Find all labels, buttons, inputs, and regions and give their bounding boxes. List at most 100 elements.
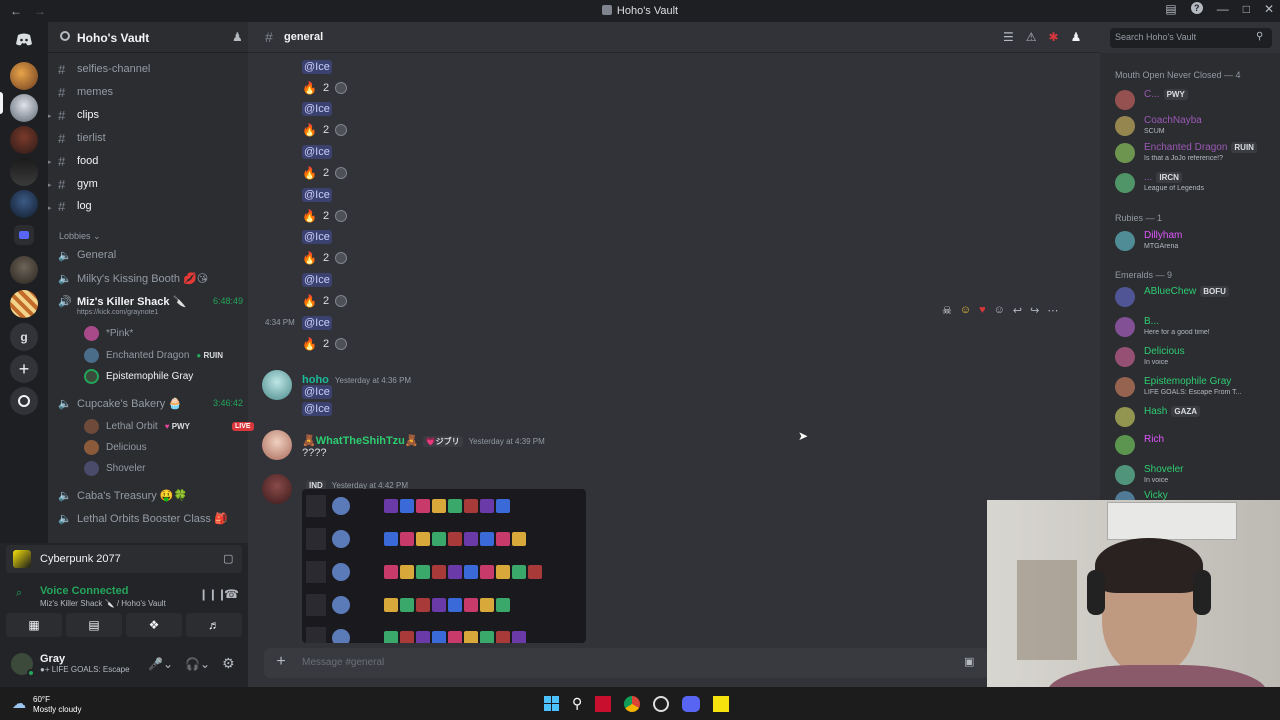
attach-plus-icon[interactable]: + bbox=[272, 653, 290, 671]
share-screen-icon[interactable]: ▤ bbox=[66, 613, 122, 637]
member-item[interactable]: B... Here for a good time! bbox=[1115, 315, 1280, 343]
attached-image[interactable] bbox=[302, 489, 586, 643]
guild-header[interactable]: Hoho's Vault ⌄ ♟ bbox=[48, 22, 248, 53]
disconnect-icon[interactable]: ☎ bbox=[224, 587, 239, 601]
member-item[interactable]: Shoveler In voice bbox=[1115, 463, 1280, 491]
category-lobbies[interactable]: Lobbies ⌄ bbox=[59, 231, 101, 242]
add-server-icon[interactable]: + bbox=[10, 355, 38, 383]
user-mention[interactable]: @Ice bbox=[302, 188, 332, 202]
voice-connected-label[interactable]: Voice Connected bbox=[40, 585, 128, 597]
fire-emoji-icon[interactable]: 🔥 bbox=[302, 123, 317, 137]
video-off-icon[interactable]: ▦ bbox=[6, 613, 62, 637]
fire-emoji-icon[interactable]: 🔥 bbox=[302, 251, 317, 265]
channel-item[interactable]: # clips bbox=[58, 105, 243, 125]
discover-icon[interactable] bbox=[10, 387, 38, 415]
user-mention[interactable]: @Ice bbox=[302, 60, 332, 74]
forward-icon[interactable]: ↪ bbox=[1030, 304, 1039, 317]
chrome-icon[interactable] bbox=[624, 695, 641, 712]
member-item[interactable]: CoachNayba SCUM bbox=[1115, 114, 1280, 142]
minimize-button[interactable]: — bbox=[1217, 2, 1229, 16]
invite-people-icon[interactable]: ♟ bbox=[232, 30, 243, 44]
add-reaction-icon[interactable] bbox=[335, 252, 348, 264]
inbox-icon[interactable]: ▤ bbox=[1165, 2, 1176, 16]
screen-share-icon[interactable]: ▢ bbox=[223, 552, 233, 565]
channel-item[interactable]: # memes bbox=[58, 82, 243, 102]
fire-emoji-icon[interactable]: 🔥 bbox=[302, 294, 317, 308]
user-mention[interactable]: @Ice bbox=[302, 316, 332, 330]
server-avatar[interactable] bbox=[10, 94, 38, 122]
user-mention[interactable]: @Ice bbox=[302, 145, 332, 159]
noise-suppression-icon[interactable]: ❙❙❙ bbox=[199, 588, 227, 601]
obs-icon[interactable] bbox=[653, 695, 670, 712]
voice-user[interactable]: Epistemophile Gray bbox=[84, 366, 193, 386]
channel-item[interactable]: # log bbox=[58, 196, 243, 216]
fire-emoji-icon[interactable]: 🔥 bbox=[302, 81, 317, 95]
more-options-icon[interactable]: ⋯ bbox=[1047, 304, 1058, 317]
voice-location[interactable]: Miz's Killer Shack 🔪 / Hoho's Vault bbox=[40, 599, 166, 608]
discord-icon[interactable] bbox=[682, 695, 701, 712]
server-avatar[interactable] bbox=[10, 256, 38, 284]
add-reaction-icon[interactable]: ☺ bbox=[994, 304, 1005, 316]
channel-item[interactable]: # tierlist bbox=[58, 128, 243, 148]
voice-user[interactable]: Enchanted Dragon ● RUIN bbox=[84, 345, 226, 365]
windows-start-icon[interactable] bbox=[544, 696, 559, 711]
add-reaction-icon[interactable] bbox=[335, 167, 348, 179]
user-mention[interactable]: @Ice bbox=[302, 102, 332, 116]
channel-item[interactable]: # selfies-channel bbox=[58, 59, 243, 79]
settings-gear-icon[interactable]: ⚙ bbox=[222, 655, 235, 672]
weather-temp[interactable]: 60°F bbox=[33, 695, 50, 704]
fire-emoji-icon[interactable]: 🔥 bbox=[302, 209, 317, 223]
user-mention[interactable]: @Ice bbox=[302, 273, 332, 287]
heart-emoji-icon[interactable]: ♥ bbox=[979, 304, 986, 316]
voice-channel-active[interactable]: 🔊 Miz's Killer Shack 🔪 6:48:49 bbox=[58, 291, 243, 311]
voice-user[interactable]: *Pink* bbox=[84, 323, 133, 343]
member-item[interactable]: Enchanted Dragon RUIN Is that a JoJo refer… bbox=[1115, 141, 1280, 169]
microphone-icon[interactable]: 🎤⌄ bbox=[148, 657, 173, 671]
voice-channel[interactable]: 🔈 Milky's Kissing Booth 💋😘 bbox=[58, 268, 243, 288]
voice-user[interactable]: Delicious bbox=[84, 437, 147, 457]
member-item[interactable]: ... IRCN League of Legends bbox=[1115, 171, 1280, 199]
weather-desc[interactable]: Mostly cloudy bbox=[33, 705, 81, 714]
add-reaction-icon[interactable] bbox=[335, 124, 348, 136]
add-reaction-icon[interactable] bbox=[335, 338, 348, 350]
laugh-emoji-icon[interactable]: ☺ bbox=[960, 304, 971, 316]
member-item[interactable]: Dillyham MTGArena bbox=[1115, 229, 1280, 257]
member-item[interactable]: Delicious In voice bbox=[1115, 345, 1280, 373]
soundboard-icon[interactable]: ♬ bbox=[186, 613, 242, 637]
avatar[interactable] bbox=[262, 474, 292, 504]
voice-channel[interactable]: 🔈 General bbox=[58, 245, 243, 265]
cyberpunk-icon[interactable] bbox=[713, 695, 730, 712]
pinned-messages-icon[interactable]: ✱ bbox=[1049, 30, 1059, 44]
voice-channel[interactable]: 🔈 Caba's Treasury 🤑🍀 bbox=[58, 485, 243, 505]
user-mention[interactable]: @Ice bbox=[302, 402, 332, 416]
channel-item[interactable]: # food bbox=[58, 151, 243, 171]
headphones-icon[interactable]: 🎧⌄ bbox=[185, 657, 210, 671]
activity-card[interactable]: Cyberpunk 2077 ▢ bbox=[6, 545, 242, 573]
help-icon[interactable]: ? bbox=[1190, 2, 1203, 14]
channel-item[interactable]: # gym bbox=[58, 174, 243, 194]
search-icon[interactable]: ⚲ bbox=[572, 695, 582, 712]
member-item[interactable]: Epistemophile Gray LIFE GOALS: Escape Fro… bbox=[1115, 375, 1280, 403]
user-name[interactable]: Gray bbox=[40, 653, 65, 665]
server-avatar[interactable] bbox=[10, 190, 38, 218]
reply-icon[interactable]: ↩ bbox=[1013, 304, 1022, 317]
activities-icon[interactable]: ❖ bbox=[126, 613, 182, 637]
close-button[interactable]: ✕ bbox=[1264, 2, 1274, 16]
server-avatar[interactable] bbox=[10, 158, 38, 186]
author-name[interactable]: 🧸WhatTheShihTzu🧸 bbox=[302, 435, 419, 447]
add-reaction-icon[interactable] bbox=[335, 82, 348, 94]
user-mention[interactable]: @Ice bbox=[302, 230, 332, 244]
member-item[interactable]: Hash GAZA bbox=[1115, 405, 1280, 433]
fire-emoji-icon[interactable]: 🔥 bbox=[302, 166, 317, 180]
voice-user[interactable]: Shoveler bbox=[84, 458, 145, 478]
server-avatar[interactable]: g bbox=[10, 323, 38, 351]
voice-user[interactable]: Lethal Orbit ♥ PWY LIVE bbox=[84, 416, 254, 436]
add-reaction-icon[interactable] bbox=[335, 210, 348, 222]
skull-emoji-icon[interactable]: ☠ bbox=[942, 304, 952, 317]
threads-icon[interactable]: ☰ bbox=[1003, 30, 1014, 44]
server-avatar[interactable] bbox=[10, 290, 38, 318]
maximize-button[interactable]: □ bbox=[1243, 2, 1250, 16]
search-box[interactable]: Search Hoho's Vault ⚲ bbox=[1110, 28, 1272, 48]
folder-icon[interactable] bbox=[14, 225, 34, 245]
fire-emoji-icon[interactable]: 🔥 bbox=[302, 337, 317, 351]
